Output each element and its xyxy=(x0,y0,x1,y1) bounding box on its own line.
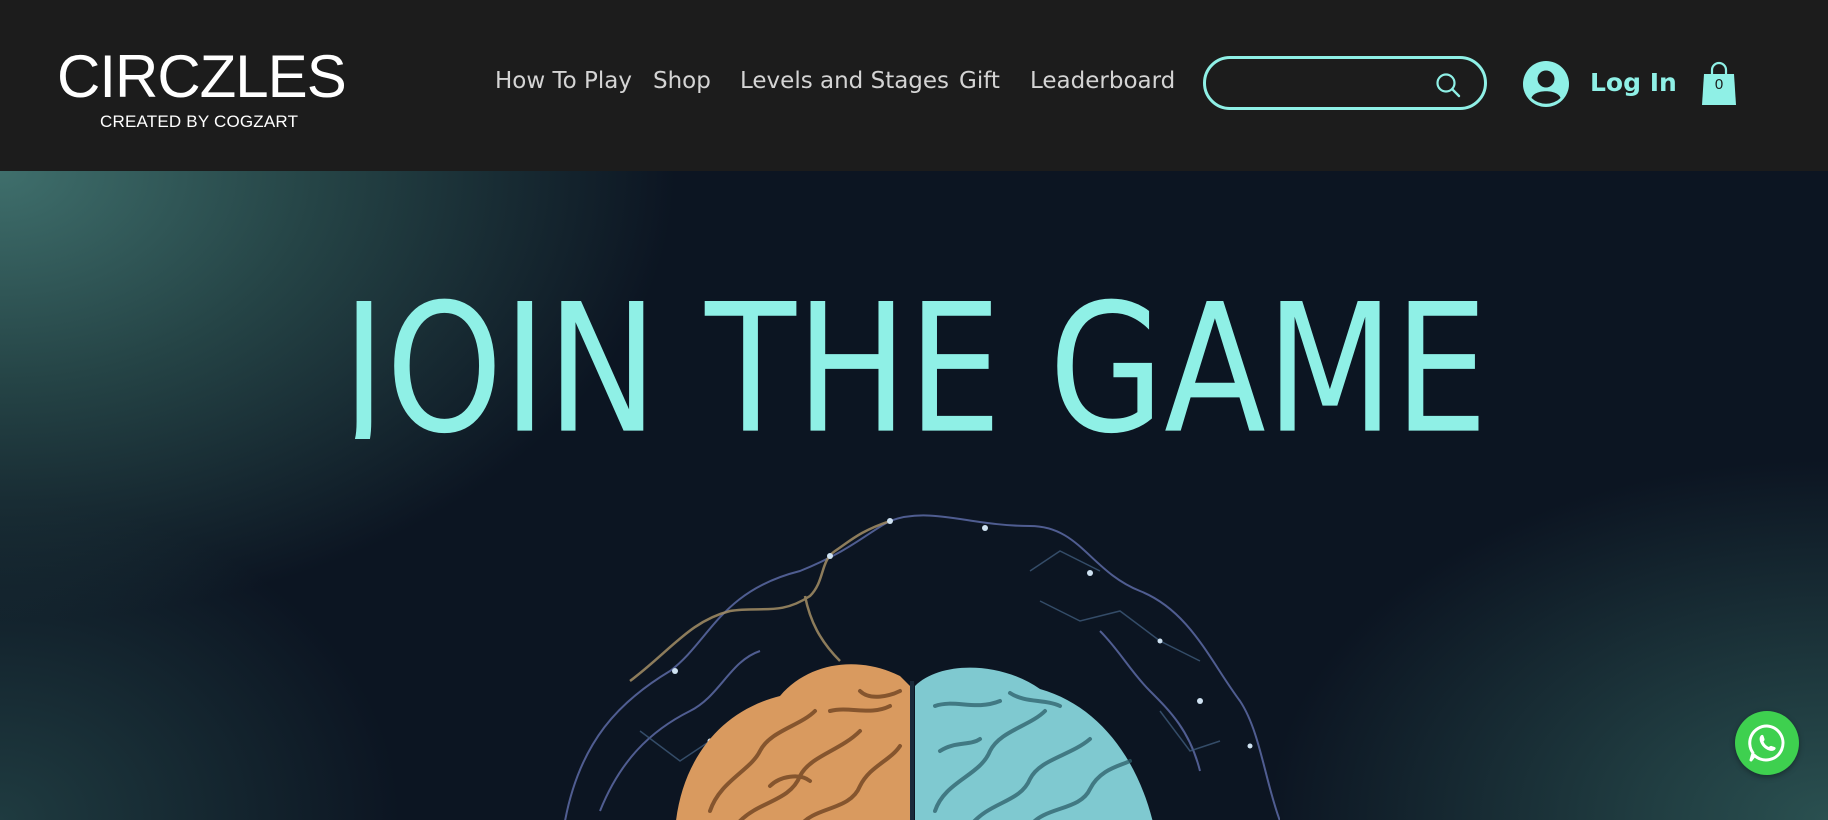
cart-count: 0 xyxy=(1714,76,1724,93)
logo[interactable]: CIRCZLES CREATED BY COGZART xyxy=(57,40,347,135)
hero-banner: JOIN THE GAME xyxy=(0,171,1828,820)
logo-subtitle: CREATED BY COGZART xyxy=(100,112,299,131)
hero-title: JOIN THE GAME xyxy=(340,266,1488,439)
user-avatar-icon[interactable] xyxy=(1523,61,1569,107)
cart-button[interactable]: 0 xyxy=(1701,61,1737,106)
whatsapp-icon xyxy=(1748,724,1785,762)
logo-title: CIRCZLES xyxy=(57,43,347,110)
hero-title-text: JOIN THE GAME xyxy=(340,266,1488,439)
nav-item-gift[interactable]: Gift xyxy=(959,68,1000,94)
brain-illustration xyxy=(564,514,1280,820)
nav-item-leaderboard[interactable]: Leaderboard xyxy=(1030,68,1175,94)
login-link[interactable]: Log In xyxy=(1590,68,1677,97)
nav-item-shop[interactable]: Shop xyxy=(653,68,711,94)
nav-item-how-to-play[interactable]: How To Play xyxy=(495,68,632,94)
search-input[interactable] xyxy=(1226,67,1440,101)
nav-item-levels-and-stages[interactable]: Levels and Stages xyxy=(740,68,949,94)
search-icon[interactable] xyxy=(1435,72,1461,98)
whatsapp-button[interactable] xyxy=(1735,711,1799,775)
site-header: CIRCZLES CREATED BY COGZART How To Play … xyxy=(0,0,1828,171)
search-box xyxy=(1203,56,1487,110)
